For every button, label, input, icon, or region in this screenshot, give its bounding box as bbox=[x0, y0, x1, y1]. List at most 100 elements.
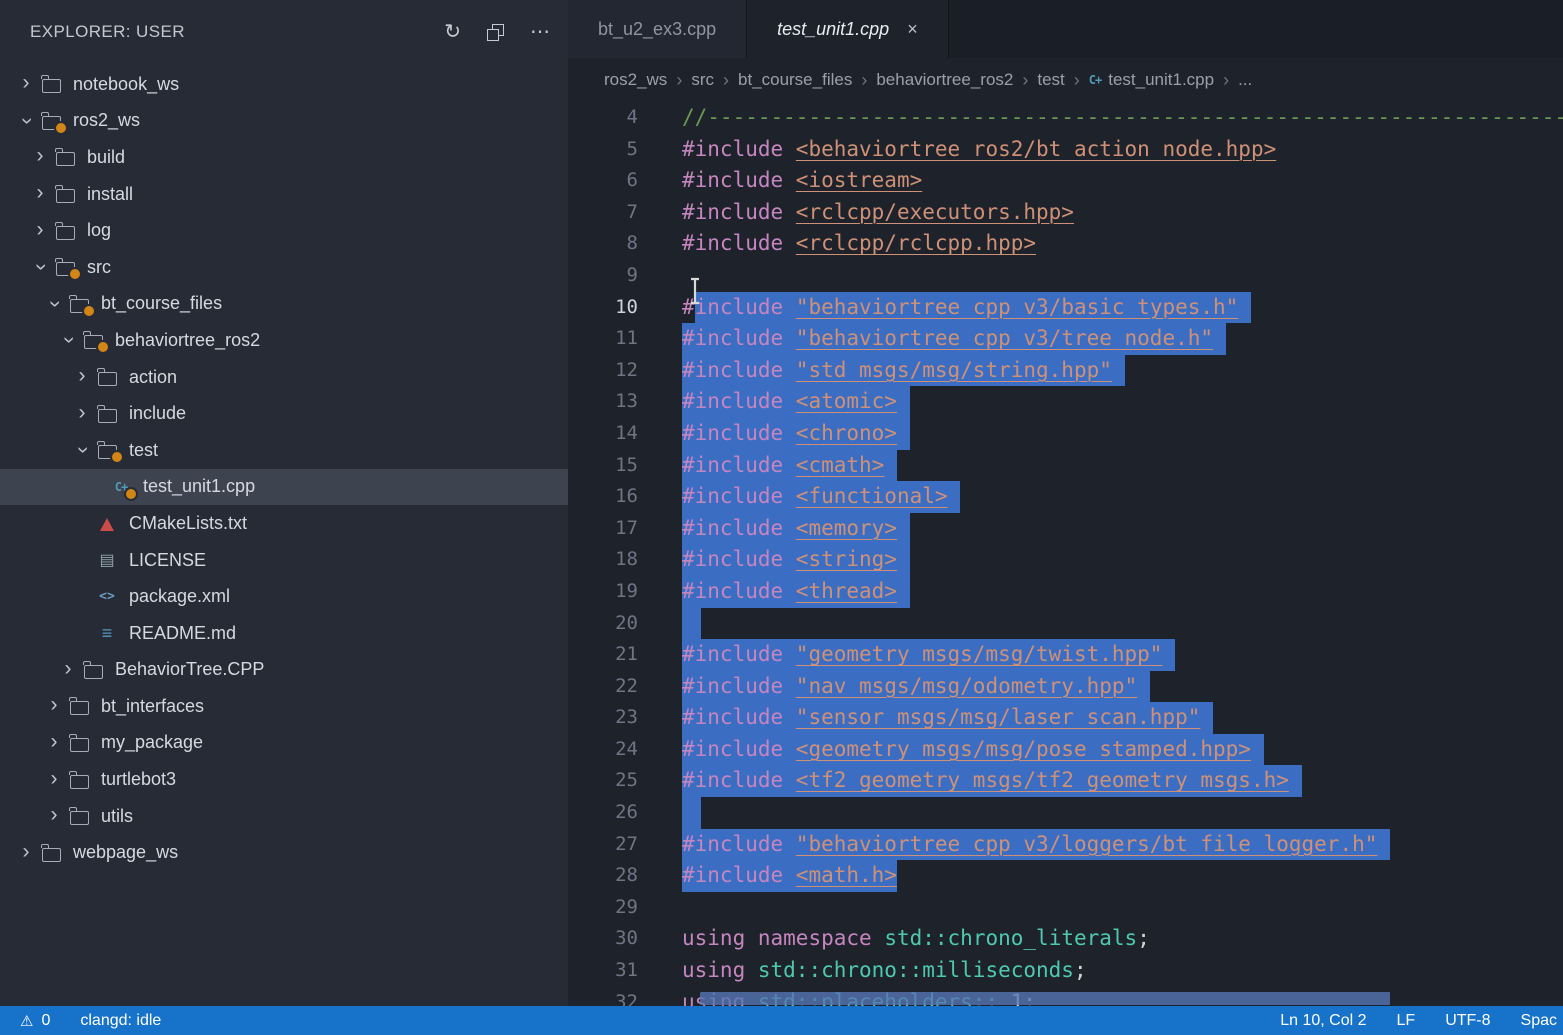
line-number[interactable]: 28 bbox=[568, 860, 638, 892]
line-number[interactable]: 14 bbox=[568, 418, 638, 450]
chevron-down-icon[interactable]: › bbox=[70, 438, 94, 462]
chevron-right-icon[interactable]: › bbox=[42, 768, 66, 792]
line-content[interactable]: #include <math.h> bbox=[682, 860, 897, 892]
line-content[interactable]: #include "geometry_msgs/msg/twist.hpp" bbox=[682, 639, 1175, 671]
line-content[interactable]: #include <cmath> bbox=[682, 450, 897, 482]
code-line[interactable]: 8#include <rclcpp/rclcpp.hpp> bbox=[568, 228, 1563, 260]
code-line[interactable]: 10 #include "behaviortree_cpp_v3/basic_ty… bbox=[568, 292, 1563, 324]
code-line[interactable]: 18 #include <string> bbox=[568, 544, 1563, 576]
line-content[interactable]: #include <geometry_msgs/msg/pose_stamped… bbox=[682, 734, 1264, 766]
line-number[interactable]: 15 bbox=[568, 450, 638, 482]
horizontal-scrollbar[interactable] bbox=[700, 992, 1390, 1005]
code-line[interactable]: 23#include "sensor_msgs/msg/laser_scan.h… bbox=[568, 702, 1563, 734]
line-content[interactable]: #include "nav_msgs/msg/odometry.hpp" bbox=[682, 671, 1150, 703]
status-problems[interactable]: ⚠0 bbox=[20, 1012, 50, 1030]
code-line[interactable]: 28 #include <math.h> bbox=[568, 860, 1563, 892]
tree-item-include[interactable]: ›include bbox=[0, 395, 568, 432]
breadcrumb-item-ros2-ws[interactable]: ros2_ws bbox=[604, 70, 667, 90]
line-number[interactable]: 24 bbox=[568, 734, 638, 766]
line-number[interactable]: 21 bbox=[568, 639, 638, 671]
tree-item-notebook-ws[interactable]: ›notebook_ws bbox=[0, 66, 568, 103]
line-content[interactable]: #include <string> bbox=[682, 544, 910, 576]
breadcrumb-item--[interactable]: ... bbox=[1238, 70, 1252, 90]
tree-item-behaviortree-ros2[interactable]: ›behaviortree_ros2 bbox=[0, 322, 568, 359]
chevron-right-icon[interactable]: › bbox=[28, 182, 52, 206]
code-line[interactable]: 4 //-------------------------------------… bbox=[568, 102, 1563, 134]
tree-item-readme-md[interactable]: ≡README.md bbox=[0, 615, 568, 652]
line-content[interactable]: #include "sensor_msgs/msg/laser_scan.hpp… bbox=[682, 702, 1213, 734]
line-number[interactable]: 26 bbox=[568, 797, 638, 829]
tree-item-behaviortree-cpp[interactable]: ›BehaviorTree.CPP bbox=[0, 652, 568, 689]
collapse-folders-icon[interactable] bbox=[487, 24, 504, 41]
line-number[interactable]: 17 bbox=[568, 513, 638, 545]
line-number[interactable]: 30 bbox=[568, 923, 638, 955]
chevron-right-icon[interactable]: › bbox=[42, 694, 66, 718]
chevron-down-icon[interactable]: › bbox=[42, 292, 66, 316]
code-line[interactable]: 19#include <thread> bbox=[568, 576, 1563, 608]
line-content[interactable]: #include <memory> bbox=[682, 513, 910, 545]
chevron-right-icon[interactable]: › bbox=[28, 219, 52, 243]
line-content[interactable]: #include "std_msgs/msg/string.hpp" bbox=[682, 355, 1125, 387]
tree-item-turtlebot3[interactable]: ›turtlebot3 bbox=[0, 761, 568, 798]
line-content[interactable]: using std::chrono::milliseconds; bbox=[682, 955, 1087, 987]
line-number[interactable]: 7 bbox=[568, 197, 638, 229]
line-content[interactable]: using namespace std::chrono_literals; bbox=[682, 923, 1150, 955]
line-number[interactable]: 9 bbox=[568, 260, 638, 292]
tree-item-cmakelists-txt[interactable]: CMakeLists.txt bbox=[0, 505, 568, 542]
line-number[interactable]: 8 bbox=[568, 228, 638, 260]
tree-item-bt-course-files[interactable]: ›bt_course_files bbox=[0, 286, 568, 323]
line-content[interactable]: //--------------------------------------… bbox=[682, 102, 1563, 134]
tree-item-package-xml[interactable]: <>package.xml bbox=[0, 578, 568, 615]
code-line[interactable]: 22 #include "nav_msgs/msg/odometry.hpp" bbox=[568, 671, 1563, 703]
line-number[interactable]: 22 bbox=[568, 671, 638, 703]
line-number[interactable]: 18 bbox=[568, 544, 638, 576]
code-line[interactable]: 5#include <behaviortree_ros2/bt_action_n… bbox=[568, 134, 1563, 166]
code-line[interactable]: 17 #include <memory> bbox=[568, 513, 1563, 545]
line-number[interactable]: 25 bbox=[568, 765, 638, 797]
chevron-right-icon[interactable]: › bbox=[14, 72, 38, 96]
code-line[interactable]: 9 bbox=[568, 260, 1563, 292]
tree-item-ros2-ws[interactable]: ›ros2_ws bbox=[0, 103, 568, 140]
line-content[interactable] bbox=[682, 797, 701, 829]
code-line[interactable]: 7 #include <rclcpp/executors.hpp> bbox=[568, 197, 1563, 229]
code-line[interactable]: 15 #include <cmath> bbox=[568, 450, 1563, 482]
tree-item-test[interactable]: ›test bbox=[0, 432, 568, 469]
code-line[interactable]: 12#include "std_msgs/msg/string.hpp" bbox=[568, 355, 1563, 387]
close-icon[interactable]: × bbox=[907, 19, 918, 40]
line-number[interactable]: 6 bbox=[568, 165, 638, 197]
code-line[interactable]: 30 using namespace std::chrono_literals; bbox=[568, 923, 1563, 955]
line-number[interactable]: 13 bbox=[568, 386, 638, 418]
chevron-down-icon[interactable]: › bbox=[28, 255, 52, 279]
code-line[interactable]: 14#include <chrono> bbox=[568, 418, 1563, 450]
breadcrumb-item-test[interactable]: test bbox=[1037, 70, 1064, 90]
more-actions-icon[interactable]: ⋯ bbox=[530, 22, 550, 42]
line-number[interactable]: 4 bbox=[568, 102, 638, 134]
code-line[interactable]: 16#include <functional> bbox=[568, 481, 1563, 513]
breadcrumb-item-test-unit1-cpp[interactable]: C+test_unit1.cpp bbox=[1089, 70, 1214, 90]
line-content[interactable]: #include <rclcpp/executors.hpp> bbox=[682, 197, 1074, 229]
line-number[interactable]: 31 bbox=[568, 955, 638, 987]
chevron-right-icon[interactable]: › bbox=[70, 402, 94, 426]
chevron-right-icon[interactable]: › bbox=[42, 731, 66, 755]
line-number[interactable]: 10 bbox=[568, 292, 638, 324]
line-number[interactable]: 20 bbox=[568, 608, 638, 640]
tree-item-install[interactable]: ›install bbox=[0, 176, 568, 213]
tree-item-my-package[interactable]: ›my_package bbox=[0, 725, 568, 762]
code-line[interactable]: 29 bbox=[568, 892, 1563, 924]
line-number[interactable]: 32 bbox=[568, 987, 638, 1006]
code-line[interactable]: 20 bbox=[568, 608, 1563, 640]
line-content[interactable]: #include "behaviortree_cpp_v3/loggers/bt… bbox=[682, 829, 1390, 861]
line-number[interactable]: 29 bbox=[568, 892, 638, 924]
code-line[interactable]: 26 bbox=[568, 797, 1563, 829]
code-line[interactable]: 13#include <atomic> bbox=[568, 386, 1563, 418]
tree-item-action[interactable]: ›action bbox=[0, 359, 568, 396]
line-content[interactable]: #include "behaviortree_cpp_v3/basic_type… bbox=[682, 292, 1251, 324]
line-number[interactable]: 19 bbox=[568, 576, 638, 608]
line-content[interactable]: #include <iostream> bbox=[682, 165, 922, 197]
line-content[interactable]: #include <behaviortree_ros2/bt_action_no… bbox=[682, 134, 1276, 166]
chevron-right-icon[interactable]: › bbox=[14, 841, 38, 865]
status-encoding[interactable]: UTF-8 bbox=[1445, 1012, 1490, 1030]
tree-item-utils[interactable]: ›utils bbox=[0, 798, 568, 835]
tree-item-webpage-ws[interactable]: ›webpage_ws bbox=[0, 834, 568, 871]
chevron-down-icon[interactable]: › bbox=[14, 109, 38, 133]
